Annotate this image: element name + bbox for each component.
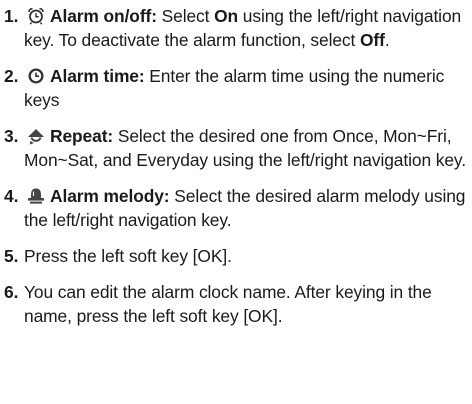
step-text: . xyxy=(384,30,390,50)
option-on: On xyxy=(214,6,239,26)
step-repeat: 3. Repeat: Select the desired one from O… xyxy=(4,124,472,172)
step-alarm-melody: 4. Alarm melody: Select the desired alar… xyxy=(4,184,472,232)
repeat-icon xyxy=(26,127,46,145)
step-text: You can edit the alarm clock name. After… xyxy=(24,282,432,326)
step-number: 3. xyxy=(4,126,19,146)
step-label: Alarm on/off: xyxy=(50,6,157,26)
step-number: 4. xyxy=(4,186,19,206)
step-alarm-time: 2. Alarm time: Enter the alarm time usin… xyxy=(4,64,472,112)
step-number: 1. xyxy=(4,6,19,26)
step-alarm-on-off: 1. Alarm on/off: Select On using the lef… xyxy=(4,4,472,52)
option-off: Off xyxy=(360,30,385,50)
clock-icon xyxy=(26,67,46,85)
step-text: Select xyxy=(156,6,215,26)
step-label: Repeat: xyxy=(50,126,114,146)
alarm-clock-icon xyxy=(26,7,46,25)
step-number: 6. xyxy=(4,282,19,302)
step-text: Press the left soft key [OK]. xyxy=(24,246,232,266)
step-number: 2. xyxy=(4,66,19,86)
bell-icon xyxy=(26,187,46,205)
manual-page: 1. Alarm on/off: Select On using the lef… xyxy=(0,0,472,404)
step-press-ok: 5. Press the left soft key [OK]. xyxy=(4,244,472,268)
instruction-list: 1. Alarm on/off: Select On using the lef… xyxy=(4,4,472,328)
step-edit-name: 6. You can edit the alarm clock name. Af… xyxy=(4,280,472,328)
step-label: Alarm melody: xyxy=(50,186,170,206)
step-label: Alarm time: xyxy=(50,66,145,86)
step-number: 5. xyxy=(4,246,19,266)
